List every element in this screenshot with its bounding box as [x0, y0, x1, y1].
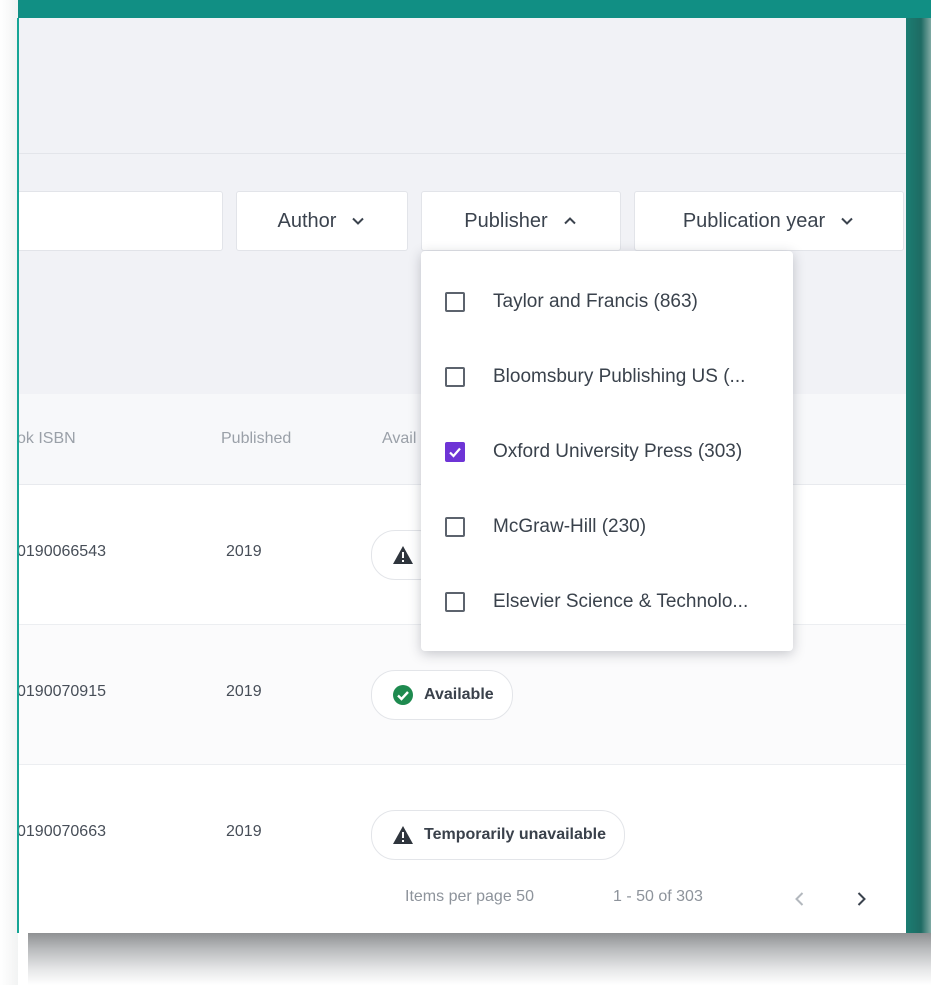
- isbn-cell: 0190070663: [19, 823, 106, 840]
- search-input[interactable]: [19, 191, 223, 251]
- chevron-down-icon: [352, 217, 365, 225]
- publisher-option[interactable]: Bloomsbury Publishing US (...: [421, 340, 793, 414]
- column-header-availability[interactable]: Avail: [382, 430, 416, 448]
- status-badge: Available: [371, 670, 513, 720]
- chevron-left-icon: [795, 892, 804, 906]
- app-screen: Author Publisher Publication year ok ISB…: [19, 18, 906, 933]
- author-filter-button[interactable]: Author: [236, 191, 408, 251]
- author-filter-label: Author: [277, 209, 337, 232]
- checkbox[interactable]: [445, 517, 465, 537]
- publication-year-filter-button[interactable]: Publication year: [634, 191, 904, 251]
- frame-left-shadow: [0, 0, 18, 985]
- column-header-published[interactable]: Published: [221, 430, 291, 448]
- published-cell: 2019: [226, 823, 262, 840]
- publication-year-filter-label: Publication year: [682, 209, 826, 232]
- publisher-option[interactable]: Elsevier Science & Technolo...: [421, 565, 793, 639]
- frame-top-bar: [18, 0, 931, 18]
- publisher-option-label: Bloomsbury Publishing US (...: [493, 366, 746, 387]
- publisher-filter-button[interactable]: Publisher: [421, 191, 621, 251]
- page-header: [19, 18, 906, 154]
- checkmark-icon: [449, 447, 461, 458]
- warning-icon: [393, 546, 413, 564]
- chevron-down-icon: [841, 217, 853, 225]
- items-per-page-select[interactable]: Items per page 50: [405, 888, 534, 906]
- frame-bottom-shadow: [28, 933, 931, 985]
- isbn-cell: 0190070915: [19, 683, 106, 700]
- status-badge: Temporarily unavailable: [371, 810, 625, 860]
- publisher-option-label: Oxford University Press (303): [493, 441, 743, 462]
- publisher-option[interactable]: Taylor and Francis (863): [421, 265, 793, 339]
- checkbox[interactable]: [445, 592, 465, 612]
- published-cell: 2019: [226, 543, 262, 560]
- table-footer: Items per page 50 1 - 50 of 303: [19, 864, 906, 933]
- publisher-option[interactable]: Oxford University Press (303): [421, 415, 793, 489]
- publisher-dropdown: Taylor and Francis (863) Bloomsbury Publ…: [421, 251, 793, 651]
- column-header-isbn[interactable]: ok ISBN: [19, 430, 76, 448]
- checkbox[interactable]: [445, 367, 465, 387]
- check-circle-icon: [393, 685, 413, 705]
- chevron-up-icon: [563, 217, 576, 225]
- frame-right-bar: [906, 18, 931, 938]
- previous-page-button[interactable]: [785, 884, 815, 914]
- isbn-cell: 0190066543: [19, 543, 106, 560]
- publisher-option-label: Elsevier Science & Technolo...: [493, 591, 749, 612]
- status-text: Temporarily unavailable: [424, 826, 606, 843]
- publisher-option-label: Taylor and Francis (863): [493, 291, 698, 312]
- warning-icon: [393, 826, 413, 844]
- publisher-option[interactable]: McGraw-Hill (230): [421, 490, 793, 564]
- checkbox[interactable]: [445, 292, 465, 312]
- chevron-right-icon: [857, 892, 866, 906]
- publisher-filter-label: Publisher: [464, 209, 548, 232]
- checkbox-checked[interactable]: [445, 442, 465, 462]
- published-cell: 2019: [226, 683, 262, 700]
- next-page-button[interactable]: [846, 884, 876, 914]
- status-text: Available: [424, 686, 494, 703]
- pagination-range: 1 - 50 of 303: [613, 888, 703, 905]
- publisher-option-label: McGraw-Hill (230): [493, 516, 647, 537]
